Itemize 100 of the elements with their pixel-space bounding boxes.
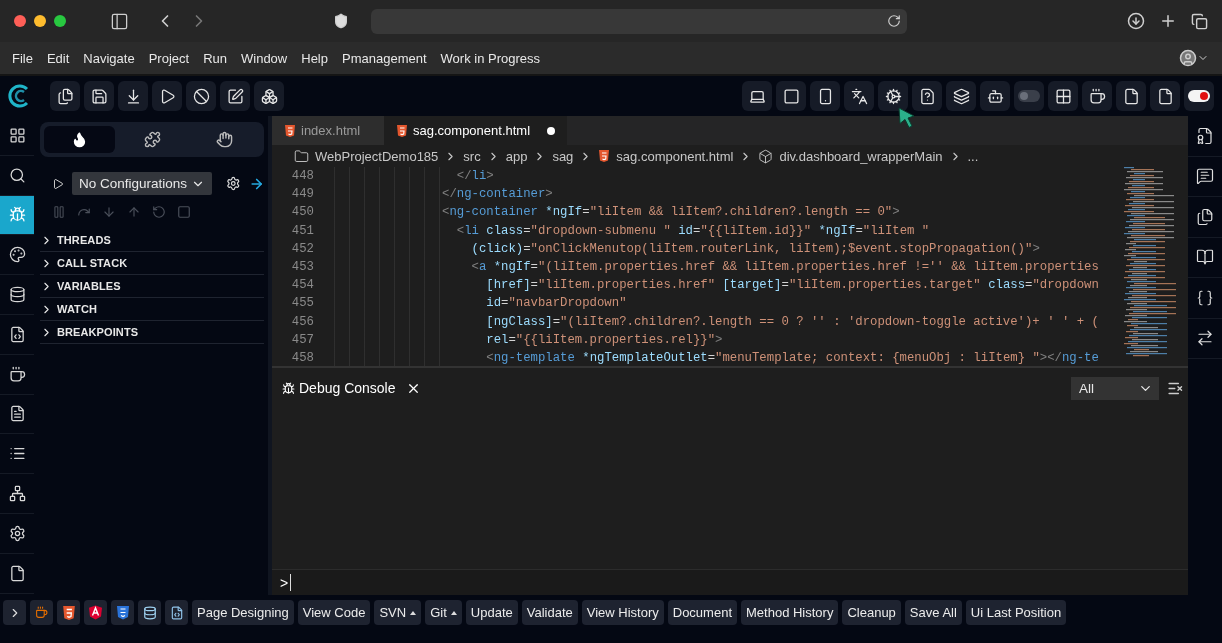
toolbar-button[interactable] <box>1150 81 1180 111</box>
angular-button[interactable] <box>84 600 107 625</box>
maximize-window-icon[interactable] <box>54 15 66 27</box>
action-button[interactable]: Cleanup <box>842 600 901 625</box>
coffee-icon <box>35 606 48 619</box>
editor-tab[interactable]: sag.component.html <box>384 116 568 145</box>
settings-icon <box>8 524 26 542</box>
toolbar-button[interactable] <box>254 81 284 111</box>
activity-bar-item[interactable] <box>0 195 34 236</box>
action-button[interactable]: Method History <box>741 600 839 625</box>
filter-dropdown[interactable]: All <box>1071 376 1159 400</box>
toolbar-button[interactable] <box>50 81 80 111</box>
toolbar-button[interactable] <box>878 81 908 111</box>
action-button[interactable]: Validate <box>521 600 578 625</box>
action-button[interactable]: Save All <box>904 600 962 625</box>
menu-item[interactable]: Edit <box>39 50 77 66</box>
new-tab-icon[interactable] <box>1159 12 1177 30</box>
toolbar-button[interactable] <box>1048 81 1078 111</box>
reload-icon[interactable] <box>887 14 901 28</box>
section-header[interactable]: BREAKPOINTS <box>40 321 264 344</box>
toggle-button[interactable] <box>1014 81 1044 111</box>
console-input[interactable]: > <box>272 569 1188 595</box>
toggle-switch[interactable] <box>1188 90 1210 102</box>
editor-tab[interactable]: index.html <box>272 116 384 145</box>
play-icon[interactable] <box>52 176 64 191</box>
menu-item[interactable]: Help <box>294 50 335 66</box>
menu-item[interactable]: Navigate <box>76 50 142 66</box>
shield-icon[interactable] <box>333 13 349 29</box>
code-line: </li> <box>455 169 494 184</box>
download-icon[interactable] <box>1127 12 1145 30</box>
action-button[interactable]: SVN <box>374 600 422 625</box>
toolbar-button[interactable] <box>220 81 250 111</box>
toolbar-button[interactable] <box>776 81 806 111</box>
toolbar-button[interactable] <box>810 81 840 111</box>
close-window-icon[interactable] <box>14 15 26 27</box>
configuration-dropdown[interactable]: No Configurations <box>72 172 213 195</box>
toolbar-button[interactable] <box>742 81 772 111</box>
file-button[interactable] <box>165 600 188 625</box>
section-title: WATCH <box>57 303 97 315</box>
console-tab[interactable]: Debug Console <box>282 380 421 396</box>
minimize-window-icon[interactable] <box>34 15 46 27</box>
file-icon <box>8 564 26 582</box>
breadcrumb-item[interactable]: app <box>505 148 528 164</box>
menu-item[interactable]: File <box>5 50 40 66</box>
breadcrumb-item[interactable]: sag.component.html <box>598 148 734 164</box>
action-button[interactable]: Document <box>667 600 737 625</box>
toggle-switch[interactable] <box>1018 90 1040 102</box>
action-button[interactable]: View Code <box>297 600 371 625</box>
user-avatar-icon[interactable] <box>1179 49 1197 67</box>
line-number: 451 <box>290 223 314 238</box>
action-button[interactable]: View History <box>581 600 664 625</box>
toolbar-button[interactable] <box>84 81 114 111</box>
document-icon <box>8 405 26 423</box>
restart-icon[interactable] <box>152 205 166 219</box>
bug-icon <box>282 381 295 395</box>
boxes-icon <box>260 87 278 105</box>
toolbar-button[interactable] <box>980 81 1010 111</box>
section-header[interactable]: VARIABLES <box>40 275 264 298</box>
toolbar-button[interactable] <box>152 81 182 111</box>
html5-icon <box>284 124 296 137</box>
toolbar-button[interactable] <box>118 81 148 111</box>
breadcrumb-item[interactable]: ... <box>967 148 979 164</box>
css-button[interactable] <box>111 600 134 625</box>
section-header[interactable]: WATCH <box>40 298 264 321</box>
toolbar-button[interactable] <box>844 81 874 111</box>
file-badge-icon <box>1196 126 1214 145</box>
action-button[interactable]: Page Designing <box>192 600 294 625</box>
menu-item[interactable]: Pmanagement <box>335 50 434 66</box>
menu-item[interactable]: Work in Progress <box>433 50 548 66</box>
html-button[interactable] <box>57 600 80 625</box>
menu-item[interactable]: Run <box>196 50 234 66</box>
folder-icon <box>294 148 309 164</box>
java-button[interactable] <box>30 600 53 625</box>
section-header[interactable]: THREADS <box>40 229 264 252</box>
database-button[interactable] <box>138 600 161 625</box>
section-header[interactable]: CALL STACK <box>40 252 264 275</box>
action-button[interactable]: Git <box>425 600 462 625</box>
toolbar-button[interactable] <box>1082 81 1112 111</box>
file-code-icon <box>169 605 184 620</box>
toolbar-button[interactable] <box>1116 81 1146 111</box>
toolbar-button[interactable] <box>946 81 976 111</box>
toolbar-button[interactable] <box>912 81 942 111</box>
bug-icon <box>8 206 26 224</box>
breadcrumb-item[interactable]: src <box>463 148 481 164</box>
menu-item[interactable]: Window <box>234 50 295 66</box>
toggle-button[interactable] <box>1184 81 1214 111</box>
breadcrumb-item[interactable]: sag <box>552 148 574 164</box>
action-button[interactable]: Ui Last Position <box>965 600 1067 625</box>
menu-item[interactable]: Project <box>141 50 197 66</box>
breadcrumb-item[interactable]: div.dashboard_wrapperMain <box>758 148 943 164</box>
debug-tab[interactable] <box>44 126 115 153</box>
toolbar-button[interactable] <box>186 81 216 111</box>
breadcrumb-item[interactable]: WebProjectDemo185 <box>294 148 439 164</box>
sidebar-icon[interactable] <box>110 11 129 31</box>
line-number: 449 <box>290 187 314 202</box>
expand-button[interactable] <box>3 600 26 625</box>
tabs-icon[interactable] <box>1191 12 1208 30</box>
section-title: THREADS <box>57 234 111 246</box>
settings-icon[interactable] <box>226 175 241 192</box>
action-button[interactable]: Update <box>465 600 518 625</box>
